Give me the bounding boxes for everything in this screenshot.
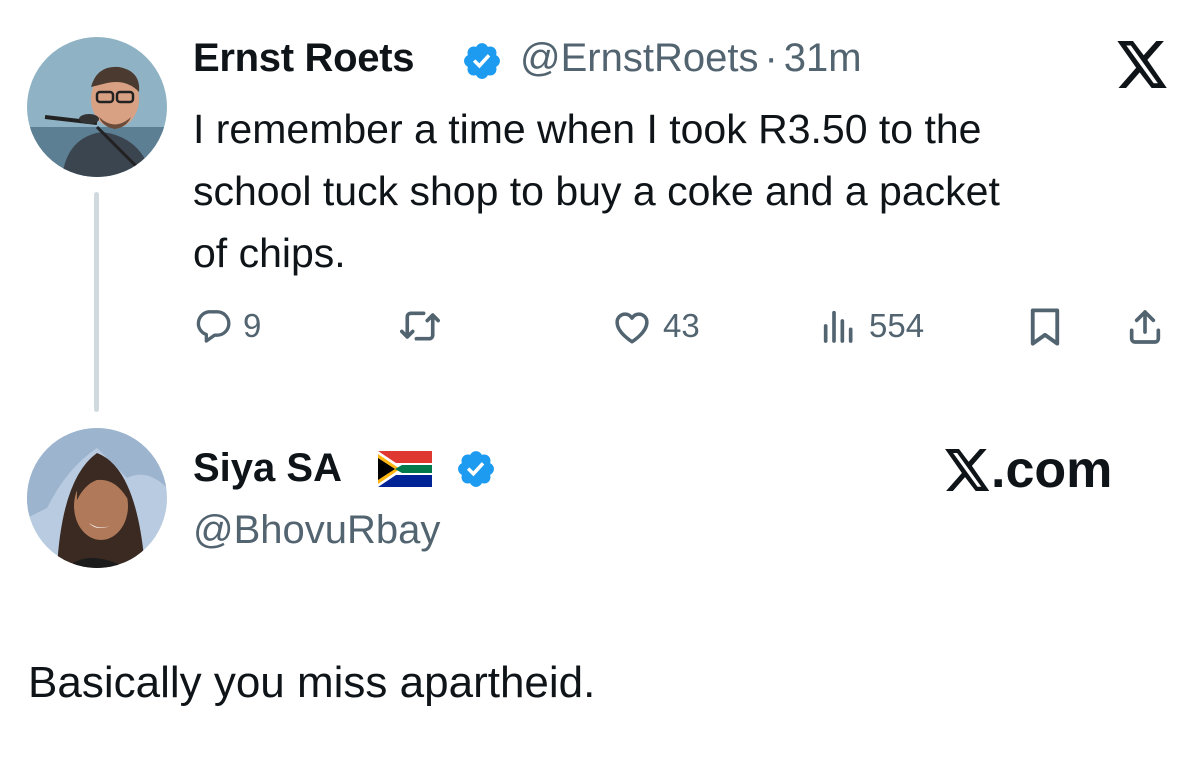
bookmark-icon bbox=[1030, 308, 1060, 346]
author-avatar[interactable] bbox=[27, 37, 167, 177]
author-handle[interactable]: @ErnstRoets bbox=[520, 36, 758, 80]
view-count: 554 bbox=[869, 307, 925, 344]
views-button[interactable]: 554 bbox=[819, 306, 924, 346]
x-logo-icon bbox=[945, 449, 990, 491]
brand-domain: .com bbox=[991, 441, 1113, 499]
x-com-brand: .com bbox=[945, 440, 1112, 500]
south-africa-flag-icon bbox=[378, 451, 432, 492]
x-logo-icon bbox=[1117, 41, 1169, 93]
views-icon bbox=[823, 310, 853, 343]
share-button[interactable] bbox=[1125, 306, 1165, 348]
bookmark-button[interactable] bbox=[1027, 306, 1063, 348]
reply-author-handle[interactable]: @BhovuRbay bbox=[193, 508, 440, 553]
separator: · bbox=[764, 36, 778, 80]
repost-icon bbox=[400, 311, 440, 341]
author-handle-and-time[interactable]: @ErnstRoets · 31m bbox=[520, 36, 862, 81]
reply-verified-badge-icon bbox=[455, 448, 497, 495]
thread-connector-line bbox=[94, 192, 99, 412]
timestamp[interactable]: 31m bbox=[784, 36, 862, 80]
like-icon bbox=[615, 312, 649, 344]
author-name[interactable]: Ernst Roets bbox=[193, 36, 415, 81]
like-button[interactable]: 43 bbox=[611, 306, 700, 346]
reply-button[interactable]: 9 bbox=[193, 306, 261, 346]
reply-author-name[interactable]: Siya SA bbox=[193, 446, 342, 491]
reply-count: 9 bbox=[243, 307, 262, 344]
tweet-text: I remember a time when I took R3.50 to t… bbox=[193, 106, 1000, 276]
reply-icon bbox=[196, 310, 231, 343]
repost-button[interactable] bbox=[398, 306, 452, 346]
verified-badge-icon bbox=[461, 40, 503, 87]
reply-author-avatar[interactable] bbox=[27, 428, 167, 568]
like-count: 43 bbox=[663, 307, 700, 344]
share-icon bbox=[1129, 310, 1161, 344]
reply-text: Basically you miss apartheid. bbox=[28, 658, 596, 707]
